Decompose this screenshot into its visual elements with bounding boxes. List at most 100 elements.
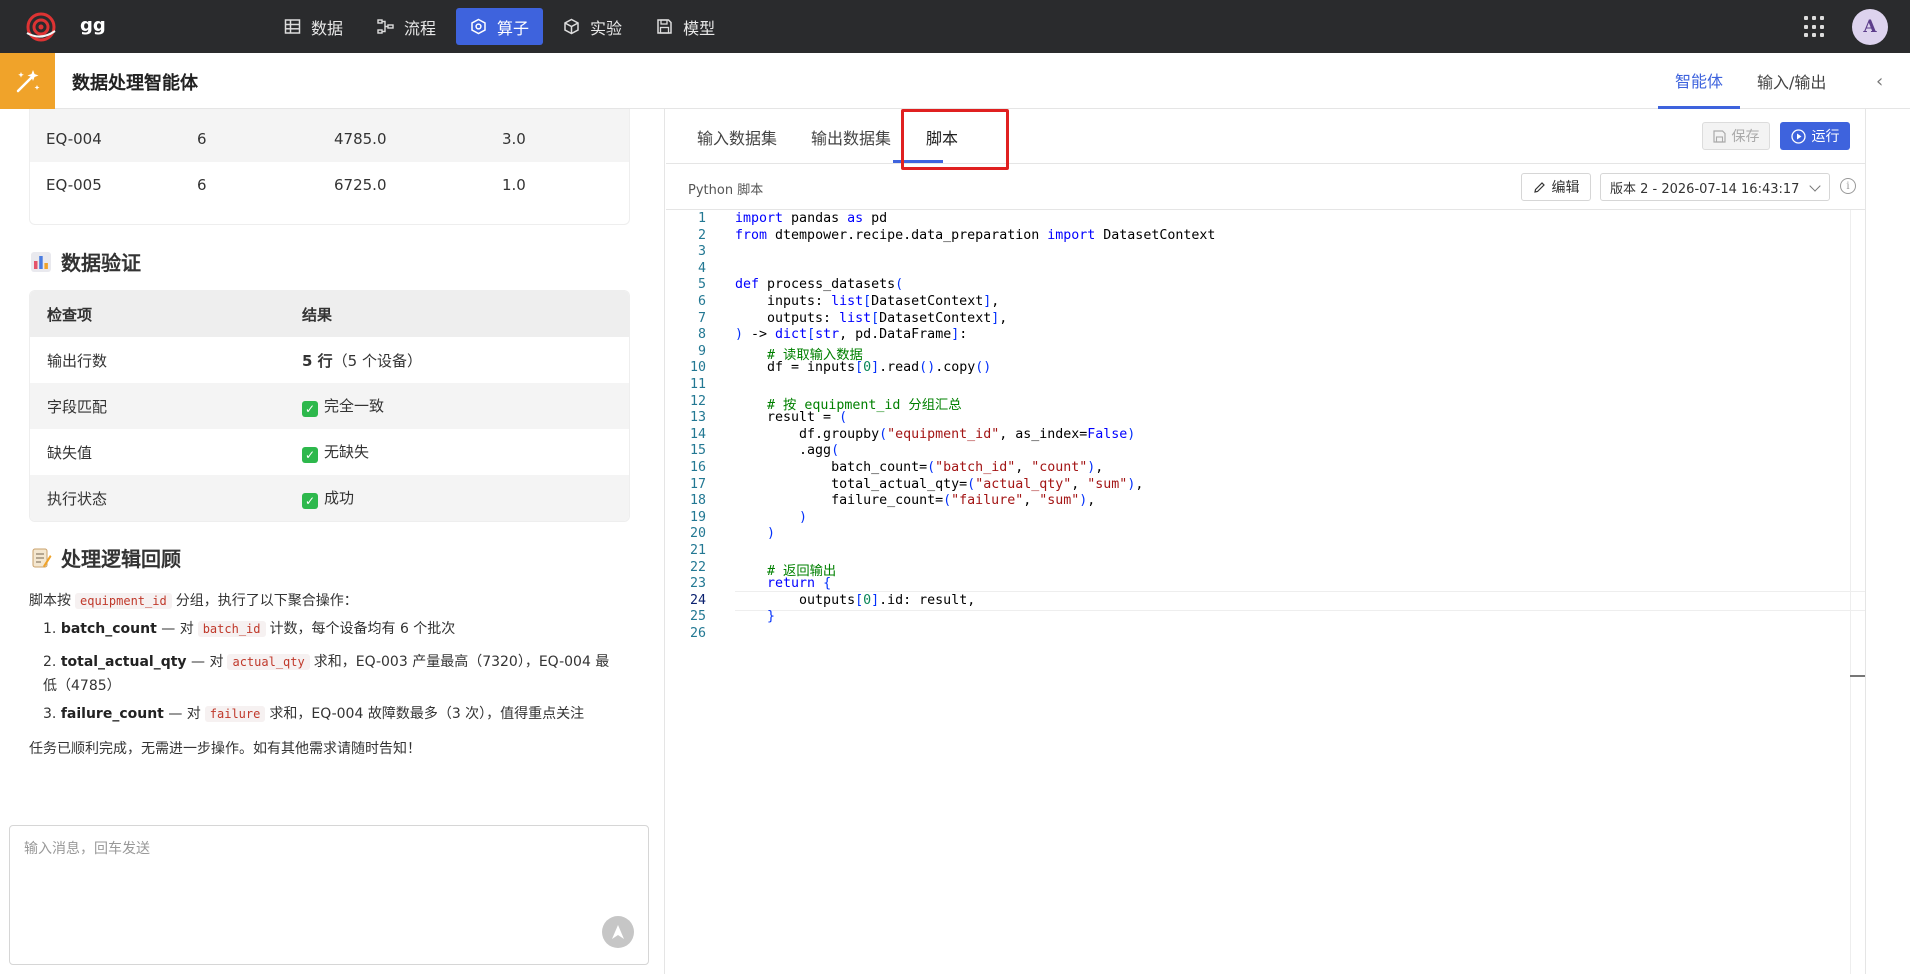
code-line[interactable]: ) xyxy=(735,526,775,541)
edit-label: 编辑 xyxy=(1551,180,1580,196)
table-cell: 6 xyxy=(197,130,207,148)
code-line[interactable]: def process_datasets( xyxy=(735,277,903,292)
result-text: 完全一致 xyxy=(324,397,385,415)
review-intro: 脚本按 equipment_id 分组，执行了以下聚合操作： xyxy=(29,590,358,610)
tab-input-dataset[interactable]: 输入数据集 xyxy=(697,109,777,164)
line-number: 24 xyxy=(689,592,706,608)
nav-flow-label: 流程 xyxy=(404,18,437,38)
check-icon: ✓ xyxy=(302,401,318,417)
script-panel: 输入数据集 输出数据集 脚本 保存 运行 Python 脚本 编辑 版本 2 -… xyxy=(666,109,1865,974)
table-row-partial xyxy=(29,109,630,116)
review-title: 处理逻辑回顾 xyxy=(61,547,181,571)
line-number: 6 xyxy=(697,294,706,309)
code-line[interactable]: } xyxy=(735,609,775,624)
run-label: 运行 xyxy=(1811,129,1840,145)
code-line[interactable]: outputs[0].id: result, xyxy=(735,593,975,608)
inline-code: failure xyxy=(204,706,266,722)
nav-model-label: 模型 xyxy=(683,18,716,38)
tab-script[interactable]: 脚本 xyxy=(926,109,958,164)
code-line[interactable]: result = ( xyxy=(735,410,847,425)
table-cell: EQ-005 xyxy=(46,176,102,194)
script-language-label: Python 脚本 xyxy=(688,183,764,198)
tab-io[interactable]: 输入/输出 xyxy=(1740,53,1843,109)
list-item-name: total_actual_qty xyxy=(60,654,187,670)
table-row: EQ-004 6 4785.0 3.0 xyxy=(29,116,630,162)
main-nav: 数据 流程 算子 实验 模型 xyxy=(270,8,729,45)
line-number: 26 xyxy=(689,626,706,641)
right-side-strip xyxy=(1865,109,1910,974)
list-dash: — 对 xyxy=(191,654,224,670)
inline-code: equipment_id xyxy=(75,593,172,609)
code-line[interactable]: .agg( xyxy=(735,443,839,458)
editor-scrollbar[interactable] xyxy=(1850,210,1865,974)
code-line[interactable]: df = inputs[0].read().copy() xyxy=(735,360,991,375)
check-icon: ✓ xyxy=(302,493,318,509)
list-dash: — 对 xyxy=(161,621,194,637)
version-select[interactable]: 版本 2 - 2026-07-14 16:43:17 xyxy=(1600,173,1830,201)
code-line[interactable]: ) xyxy=(735,510,807,525)
operator-icon xyxy=(471,18,486,35)
line-number: 14 xyxy=(689,426,706,442)
save-icon xyxy=(657,19,672,34)
line-number: 4 xyxy=(697,260,706,276)
run-button[interactable]: 运行 xyxy=(1780,122,1850,150)
app-name[interactable]: gg xyxy=(80,15,106,36)
save-button[interactable]: 保存 xyxy=(1702,122,1770,150)
memo-icon xyxy=(32,548,52,567)
agent-badge xyxy=(0,53,55,109)
play-circle-icon xyxy=(1790,128,1806,144)
nav-data[interactable]: 数据 xyxy=(270,8,357,45)
table-row: 缺失值 ✓ 无缺失 xyxy=(30,429,629,475)
info-icon[interactable]: i xyxy=(1840,178,1856,194)
nav-experiment[interactable]: 实验 xyxy=(549,8,636,45)
send-button[interactable] xyxy=(602,916,634,948)
apps-grid-icon[interactable] xyxy=(1804,16,1826,38)
nav-operator[interactable]: 算子 xyxy=(456,8,544,45)
line-number: 8 xyxy=(697,327,706,343)
code-line[interactable]: outputs: list[DatasetContext], xyxy=(735,311,1007,326)
table-cell: 字段匹配 xyxy=(47,397,108,416)
line-number: 20 xyxy=(689,526,706,542)
line-number: 7 xyxy=(697,310,706,326)
code-line[interactable]: total_actual_qty=("actual_qty", "sum"), xyxy=(735,477,1143,492)
nav-model[interactable]: 模型 xyxy=(642,8,729,45)
code-line[interactable]: batch_count=("batch_id", "count"), xyxy=(735,460,1103,475)
code-editor[interactable]: 1 import pandas as pd 2 from dtempower.reci… xyxy=(666,209,1865,974)
nav-flow[interactable]: 流程 xyxy=(363,8,450,45)
code-line[interactable]: return { xyxy=(735,576,831,591)
table-row: 输出行数 5 行（5 个设备） xyxy=(30,337,629,383)
tab-output-dataset[interactable]: 输出数据集 xyxy=(811,109,891,164)
send-icon xyxy=(612,925,624,939)
review-heading: 处理逻辑回顾 xyxy=(30,543,181,572)
validation-heading: 数据验证 xyxy=(30,247,141,276)
list-number: 1. xyxy=(43,621,57,637)
line-number: 22 xyxy=(689,559,706,575)
intro-text: 分组，执行了以下聚合操作： xyxy=(175,593,358,609)
table-cell: 6725.0 xyxy=(334,176,387,194)
validation-title: 数据验证 xyxy=(61,251,141,275)
line-number: 16 xyxy=(689,460,706,475)
nav-data-label: 数据 xyxy=(311,18,344,38)
code-line[interactable]: inputs: list[DatasetContext], xyxy=(735,294,999,309)
chat-input-box[interactable] xyxy=(9,825,649,965)
line-number: 17 xyxy=(689,476,706,492)
save-icon xyxy=(1712,129,1726,143)
code-line[interactable]: from dtempower.recipe.data_preparation i… xyxy=(735,228,1215,243)
user-avatar[interactable]: A xyxy=(1852,9,1888,45)
tab-agent[interactable]: 智能体 xyxy=(1658,53,1741,109)
list-dash: — 对 xyxy=(168,706,201,722)
line-number: 23 xyxy=(689,576,706,592)
edit-button[interactable]: 编辑 xyxy=(1521,173,1591,201)
line-number: 2 xyxy=(697,227,706,243)
code-line[interactable]: import pandas as pd xyxy=(735,211,887,226)
list-number: 2. xyxy=(43,654,57,670)
chat-input[interactable] xyxy=(24,840,624,856)
app-logo-icon[interactable] xyxy=(24,11,58,43)
line-number: 1 xyxy=(697,211,706,226)
code-line[interactable]: df.groupby("equipment_id", as_index=Fals… xyxy=(735,427,1135,442)
code-line[interactable]: ) -> dict[str, pd.DataFrame]: xyxy=(735,327,967,342)
list-item: 1. batch_count — 对 batch_id 计数，每个设备均有 6 个批… xyxy=(43,617,623,641)
list-text: 计数，每个设备均有 6 个批次 xyxy=(269,621,456,637)
collapse-chevron-icon[interactable]: ‹ xyxy=(1876,71,1883,92)
code-line[interactable]: failure_count=("failure", "sum"), xyxy=(735,493,1095,508)
